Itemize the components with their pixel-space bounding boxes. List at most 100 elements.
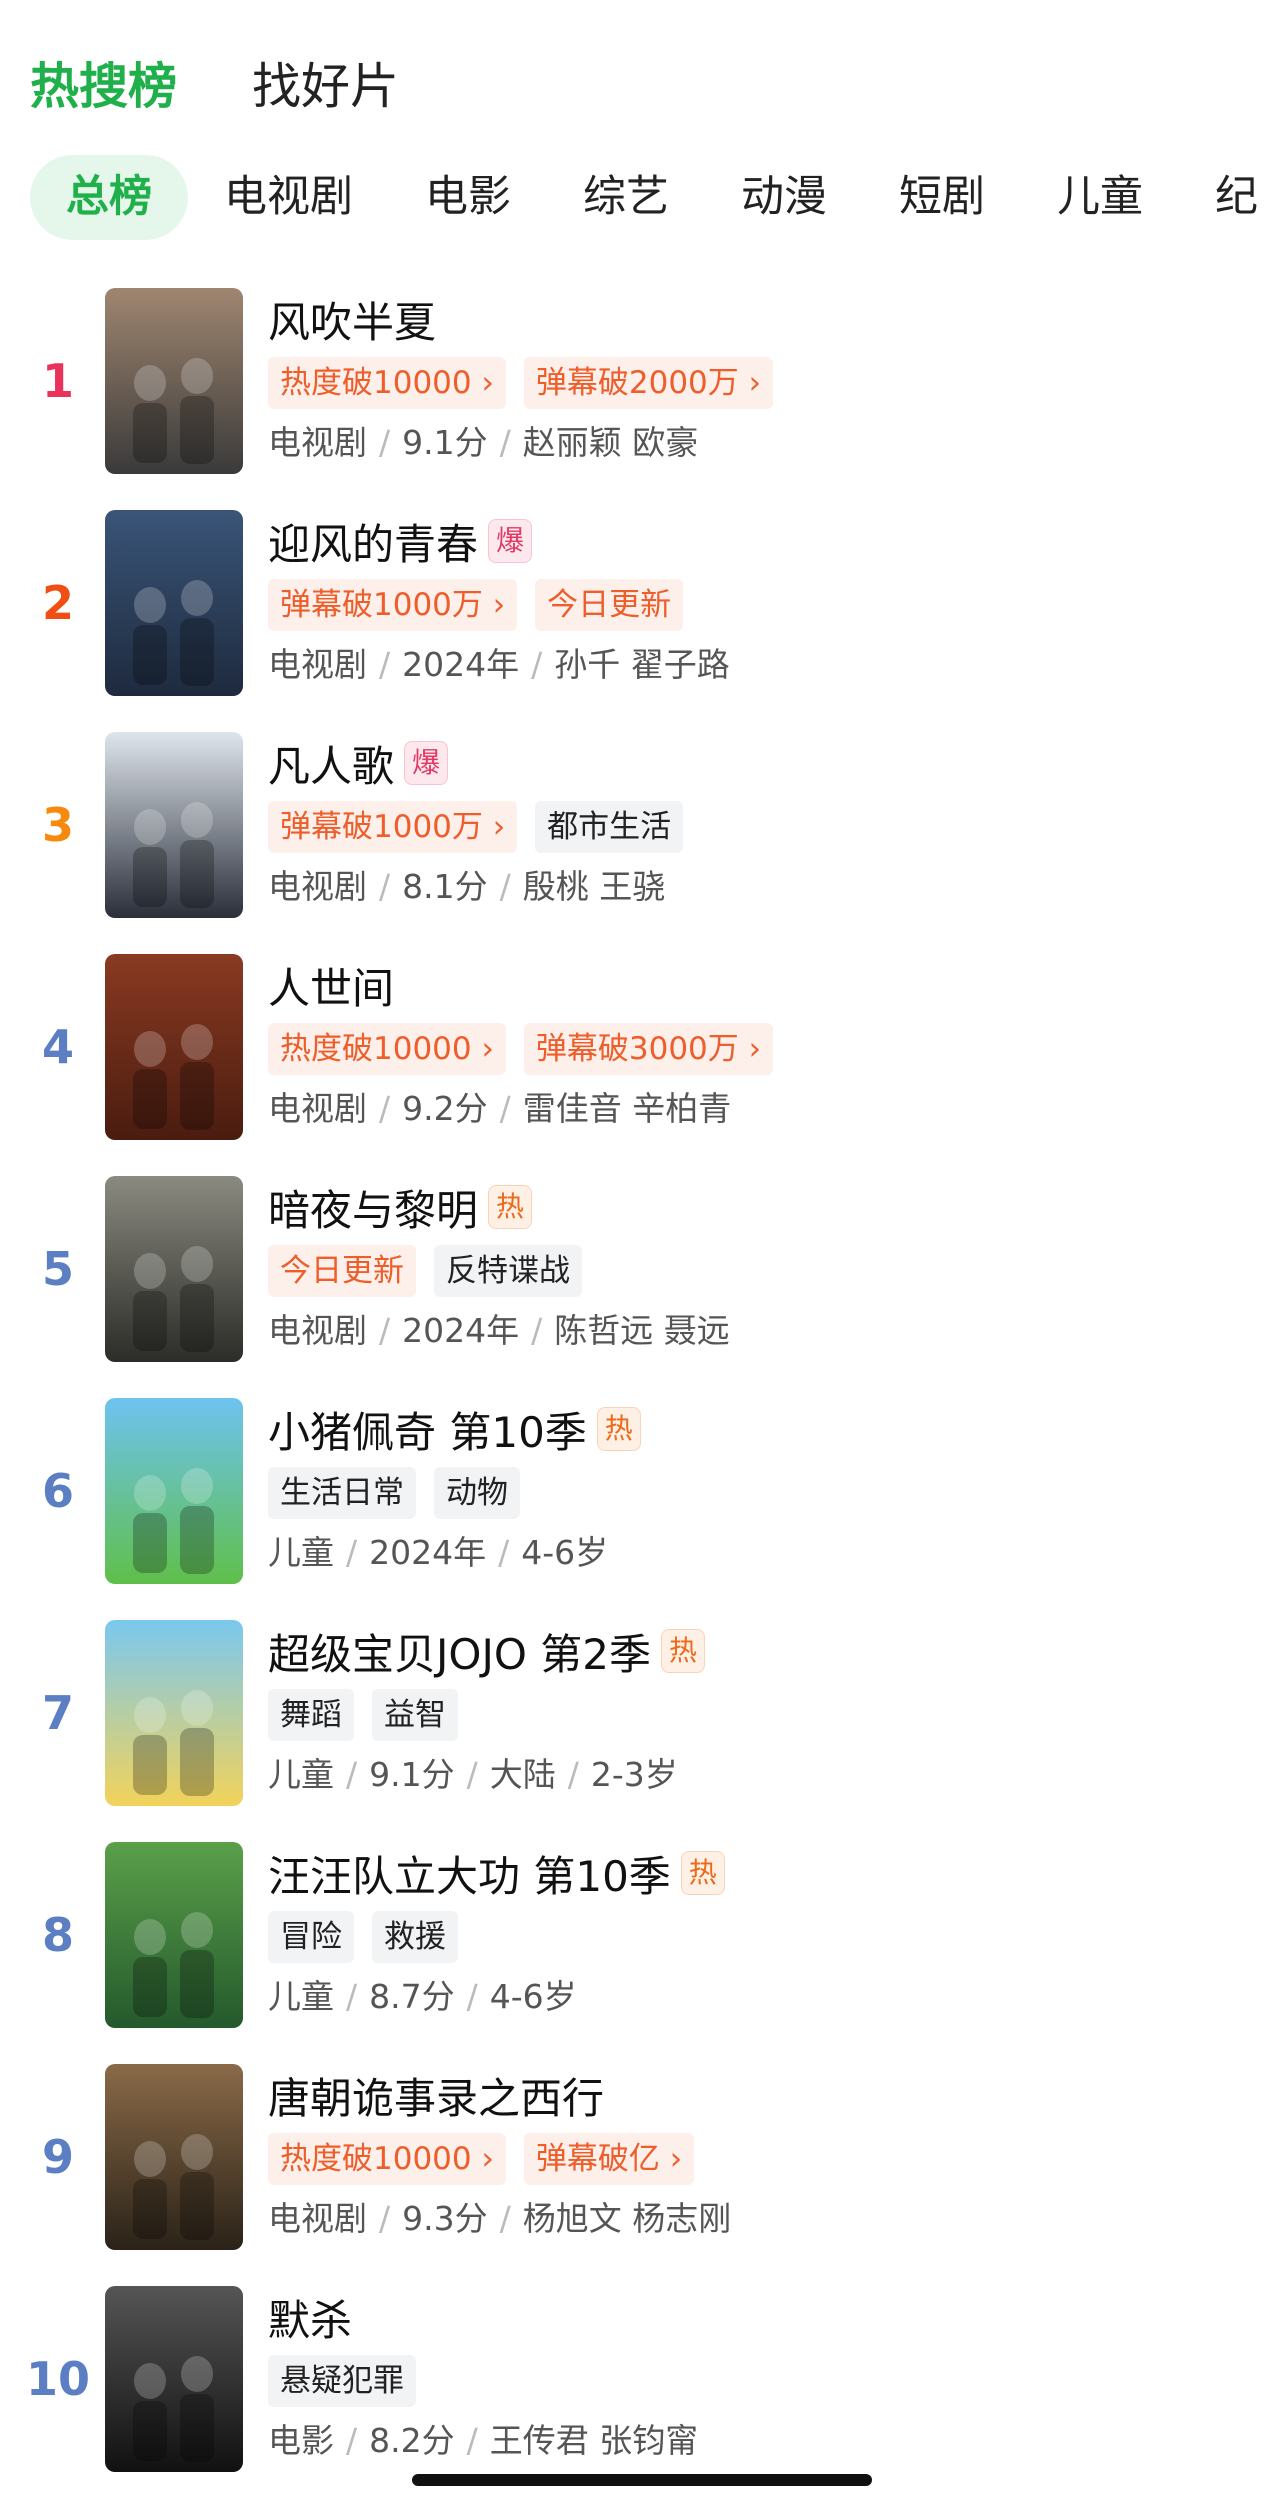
category-tab-movie[interactable]: 电影 xyxy=(389,155,547,240)
meta-separator: / xyxy=(379,867,391,906)
ranking-item[interactable]: 2 迎风的青春爆弹幕破1000万 › 今日更新 电视剧 / 2024年 / 孙千 翟子路 xyxy=(0,510,1284,732)
category-tab-variety[interactable]: 综艺 xyxy=(547,155,705,240)
item-title[interactable]: 汪汪队立大功 第10季 xyxy=(268,1843,671,1904)
ranking-item[interactable]: 6 小猪佩奇 第10季热生活日常 动物儿童 / 2024年 / 4-6岁 xyxy=(0,1398,1284,1620)
title-row: 暗夜与黎明热 xyxy=(268,1176,1264,1238)
ranking-item[interactable]: 7 超级宝贝JOJO 第2季热舞蹈 益智 儿童 / 9.1分 / 大陆 / 2-3岁 xyxy=(0,1620,1284,1842)
highlight-tag[interactable]: 弹幕破1000万 › xyxy=(268,579,518,631)
item-title[interactable]: 唐朝诡事录之西行 xyxy=(268,2065,604,2126)
item-info: 人世间热度破10000 › 弹幕破3000万 › 电视剧 / 9.2分 / 雷佳音 辛柏青 xyxy=(268,954,1264,1134)
highlight-tag[interactable]: 热度破10000 › xyxy=(268,2133,506,2185)
tag-row: 热度破10000 › 弹幕破3000万 › xyxy=(268,1022,1264,1076)
poster-image[interactable] xyxy=(105,2064,243,2250)
meta-line: 儿童 / 9.1分 / 大陆 / 2-3岁 xyxy=(268,1750,1264,1800)
rank-number: 2 xyxy=(41,576,74,630)
ranking-item[interactable]: 9 唐朝诡事录之西行 热度破10000 › 弹幕破亿 › 电视剧 / 9.3分 / 杨旭文 杨志… xyxy=(0,2064,1284,2286)
item-title[interactable]: 人世间 xyxy=(268,955,394,1016)
hot-badge: 热 xyxy=(596,1407,641,1451)
meta-field: 儿童 xyxy=(268,1977,334,2016)
highlight-tag[interactable]: 弹幕破亿 › xyxy=(523,2133,695,2185)
meta-line: 电视剧 / 9.2分 / 雷佳音 辛柏青 xyxy=(268,1084,1264,1134)
meta-line: 儿童 / 2024年 / 4-6岁 xyxy=(268,1528,1264,1578)
meta-separator: / xyxy=(466,1977,478,2016)
highlight-tag[interactable]: 弹幕破2000万 › xyxy=(523,357,774,409)
poster-image[interactable] xyxy=(105,1176,243,1362)
ranking-list: 1 风吹半夏 热度破10000 › 弹幕破2000万 › 电视剧 / 9.1分 / 赵丽颖 欧豪… xyxy=(0,288,1284,2508)
poster-image[interactable] xyxy=(105,1842,243,2028)
item-title[interactable]: 小猪佩奇 第10季 xyxy=(268,1399,587,1460)
meta-separator: / xyxy=(531,1311,543,1350)
rank-number: 6 xyxy=(41,1464,74,1518)
ranking-item[interactable]: 4 人世间 热度破10000 › 弹幕破3000万 › 电视剧 / 9.2分 / 雷佳音 辛柏青 xyxy=(0,954,1284,1176)
meta-separator: / xyxy=(379,2199,391,2238)
meta-line: 电视剧 / 9.1分 / 赵丽颖 欧豪 xyxy=(268,418,1264,468)
meta-field: 赵丽颖 欧豪 xyxy=(522,423,699,462)
rank-number: 5 xyxy=(41,1242,74,1296)
highlight-tag[interactable]: 热度破10000 › xyxy=(268,357,506,409)
meta-line: 儿童 / 8.7分 / 4-6岁 xyxy=(268,1972,1264,2022)
category-tab-documentary[interactable]: 纪 xyxy=(1179,155,1284,240)
ranking-item[interactable]: 5 暗夜与黎明热今日更新 反特谍战 电视剧 / 2024年 / 陈哲远 聂远 xyxy=(0,1176,1284,1398)
meta-field: 电视剧 xyxy=(268,1089,367,1128)
rank-number: 8 xyxy=(41,1908,74,1962)
item-title[interactable]: 风吹半夏 xyxy=(268,289,436,350)
tab-hot-search[interactable]: 热搜榜 xyxy=(30,47,177,118)
title-row: 唐朝诡事录之西行 xyxy=(268,2064,1264,2126)
meta-separator: / xyxy=(531,645,543,684)
title-row: 超级宝贝JOJO 第2季热 xyxy=(268,1620,1264,1682)
tag-row: 冒险 救援 xyxy=(268,1910,1264,1964)
item-info: 唐朝诡事录之西行 热度破10000 › 弹幕破亿 › 电视剧 / 9.3分 / 杨旭文 杨志刚 xyxy=(268,2064,1264,2244)
poster-image[interactable] xyxy=(105,510,243,696)
title-row: 凡人歌爆 xyxy=(268,732,1264,794)
meta-separator: / xyxy=(466,2421,478,2460)
genre-tag: 动物 xyxy=(434,1467,520,1519)
category-tab-short-drama[interactable]: 短剧 xyxy=(863,155,1021,240)
category-tab-tv[interactable]: 电视剧 xyxy=(188,155,389,240)
category-tab-overall[interactable]: 总榜 xyxy=(30,155,188,240)
genre-tag: 舞蹈 xyxy=(268,1689,354,1741)
item-title[interactable]: 暗夜与黎明 xyxy=(268,1177,478,1238)
meta-separator: / xyxy=(379,423,391,462)
item-info: 超级宝贝JOJO 第2季热舞蹈 益智 儿童 / 9.1分 / 大陆 / 2-3岁 xyxy=(268,1620,1264,1800)
meta-field: 8.7分 xyxy=(369,1977,455,2016)
meta-field: 王传君 张钧甯 xyxy=(489,2421,699,2460)
item-title[interactable]: 默杀 xyxy=(268,2287,352,2348)
item-info: 风吹半夏 热度破10000 › 弹幕破2000万 › 电视剧 / 9.1分 / 赵丽颖 欧豪 xyxy=(268,288,1264,468)
poster-image[interactable] xyxy=(105,2286,243,2472)
genre-tag: 反特谍战 xyxy=(434,1245,582,1297)
genre-tag: 救援 xyxy=(372,1911,458,1963)
highlight-tag[interactable]: 弹幕破1000万 › xyxy=(268,801,518,853)
ranking-item[interactable]: 8 汪汪队立大功 第10季热冒险 救援 儿童 / 8.7分 / 4-6岁 xyxy=(0,1842,1284,2064)
poster-image[interactable] xyxy=(105,1398,243,1584)
highlight-tag[interactable]: 热度破10000 › xyxy=(268,1023,506,1075)
ranking-item[interactable]: 3 凡人歌爆弹幕破1000万 › 都市生活 电视剧 / 8.1分 / 殷桃 王骁 xyxy=(0,732,1284,954)
tab-find-movies[interactable]: 找好片 xyxy=(252,47,399,118)
poster-image[interactable] xyxy=(105,732,243,918)
tag-row: 热度破10000 › 弹幕破2000万 › xyxy=(268,356,1264,410)
poster-image[interactable] xyxy=(105,288,243,474)
meta-field: 8.2分 xyxy=(369,2421,455,2460)
meta-field: 电影 xyxy=(268,2421,334,2460)
highlight-tag[interactable]: 今日更新 xyxy=(535,579,684,631)
meta-field: 电视剧 xyxy=(268,1311,367,1350)
rank-number: 7 xyxy=(41,1686,74,1740)
item-title[interactable]: 凡人歌 xyxy=(268,733,394,794)
poster-image[interactable] xyxy=(105,1620,243,1806)
meta-separator: / xyxy=(466,1755,478,1794)
highlight-tag[interactable]: 今日更新 xyxy=(268,1245,416,1297)
item-title[interactable]: 迎风的青春 xyxy=(268,511,478,572)
category-tab-anime[interactable]: 动漫 xyxy=(705,155,863,240)
meta-separator: / xyxy=(499,2199,511,2238)
meta-field: 陈哲远 聂远 xyxy=(554,1311,730,1350)
highlight-tag[interactable]: 弹幕破3000万 › xyxy=(523,1023,774,1075)
poster-image[interactable] xyxy=(105,954,243,1140)
category-tab-kids[interactable]: 儿童 xyxy=(1021,155,1179,240)
genre-tag: 生活日常 xyxy=(268,1467,416,1519)
item-title[interactable]: 超级宝贝JOJO 第2季 xyxy=(268,1621,651,1682)
ranking-item[interactable]: 1 风吹半夏 热度破10000 › 弹幕破2000万 › 电视剧 / 9.1分 / 赵丽颖 欧豪 xyxy=(0,288,1284,510)
title-row: 风吹半夏 xyxy=(268,288,1264,350)
explosive-badge: 爆 xyxy=(488,519,533,563)
item-info: 小猪佩奇 第10季热生活日常 动物儿童 / 2024年 / 4-6岁 xyxy=(268,1398,1264,1578)
meta-field: 8.1分 xyxy=(402,867,488,906)
meta-line: 电视剧 / 8.1分 / 殷桃 王骁 xyxy=(268,862,1264,912)
